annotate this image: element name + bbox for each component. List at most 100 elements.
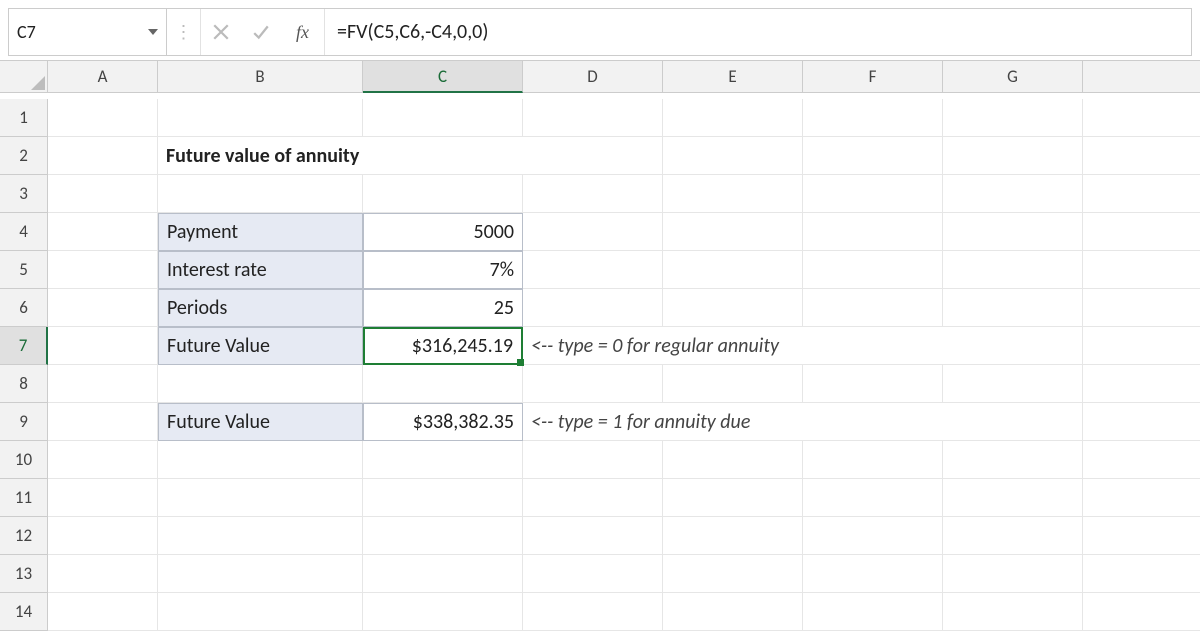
spreadsheet-grid[interactable]: A B C D E F G 1 2 Future value of annuit… [0,60,1200,631]
cell-G1[interactable] [943,99,1083,137]
row-header-3[interactable]: 3 [0,175,48,213]
cell-C8[interactable] [363,365,523,403]
cell-G4[interactable] [943,213,1083,251]
cell-F3[interactable] [803,175,943,213]
cell-G8[interactable] [943,365,1083,403]
cell-F8[interactable] [803,365,943,403]
cell-D3[interactable] [523,175,663,213]
label-fv-b[interactable]: Future Value [158,403,363,441]
value-interest-rate[interactable]: 7% [363,251,523,289]
cell-C3[interactable] [363,175,523,213]
cell-H2[interactable] [1083,137,1200,175]
cell-D1[interactable] [523,99,663,137]
col-header-E[interactable]: E [663,61,803,93]
cell-A2[interactable] [48,137,158,175]
cell-E6[interactable] [663,289,803,327]
cell-A6[interactable] [48,289,158,327]
cell-A10[interactable] [48,441,158,479]
chevron-down-icon[interactable] [148,29,158,35]
cell-H1[interactable] [1083,99,1200,137]
row-header-12[interactable]: 12 [0,517,48,555]
cancel-button[interactable] [201,9,241,55]
cell-E3[interactable] [663,175,803,213]
drag-handle-icon[interactable] [167,9,201,55]
cell-H6[interactable] [1083,289,1200,327]
value-fv-b[interactable]: $338,382.35 [363,403,523,441]
label-periods[interactable]: Periods [158,289,363,327]
cell-F2[interactable] [803,137,943,175]
row-header-8[interactable]: 8 [0,365,48,403]
cell-A3[interactable] [48,175,158,213]
cell-D6[interactable] [523,289,663,327]
cell-E8[interactable] [663,365,803,403]
cell-A9[interactable] [48,403,158,441]
page-title[interactable]: Future value of annuity [158,137,663,175]
cell-D8[interactable] [523,365,663,403]
cell-B8[interactable] [158,365,363,403]
label-payment[interactable]: Payment [158,213,363,251]
row-header-9[interactable]: 9 [0,403,48,441]
cell-A5[interactable] [48,251,158,289]
label-interest-rate[interactable]: Interest rate [158,251,363,289]
cell-G3[interactable] [943,175,1083,213]
row-header-2[interactable]: 2 [0,137,48,175]
cell-H8[interactable] [1083,365,1200,403]
label-fv-a[interactable]: Future Value [158,327,363,365]
row-header-10[interactable]: 10 [0,441,48,479]
value-payment[interactable]: 5000 [363,213,523,251]
cell-E4[interactable] [663,213,803,251]
cell-F5[interactable] [803,251,943,289]
selected-cell[interactable]: $316,245.19 [363,327,523,365]
row-header-4[interactable]: 4 [0,213,48,251]
cell-A7[interactable] [48,327,158,365]
row-header-14[interactable]: 14 [0,593,48,631]
cell-H3[interactable] [1083,175,1200,213]
cell-H5[interactable] [1083,251,1200,289]
note-regular-annuity[interactable]: <-- type = 0 for regular annuity [523,327,1083,365]
row-header-5[interactable]: 5 [0,251,48,289]
cell-B1[interactable] [158,99,363,137]
col-header-H[interactable] [1083,61,1200,93]
col-header-C[interactable]: C [363,61,523,93]
row-header-1[interactable]: 1 [0,99,48,137]
col-header-B[interactable]: B [158,61,363,93]
cell-A8[interactable] [48,365,158,403]
col-header-F[interactable]: F [803,61,943,93]
col-header-D[interactable]: D [523,61,663,93]
cell-A4[interactable] [48,213,158,251]
insert-function-button[interactable]: fx [281,9,325,55]
cell-G2[interactable] [943,137,1083,175]
row-header-6[interactable]: 6 [0,289,48,327]
select-all-corner[interactable] [0,61,48,93]
name-box-value: C7 [17,21,148,43]
cell-C1[interactable] [363,99,523,137]
row-header-13[interactable]: 13 [0,555,48,593]
fx-icon: fx [296,22,309,43]
cell-A1[interactable] [48,99,158,137]
cell-G5[interactable] [943,251,1083,289]
cell-F4[interactable] [803,213,943,251]
col-header-A[interactable]: A [48,61,158,93]
note-annuity-due[interactable]: <-- type = 1 for annuity due [523,403,1083,441]
value-periods[interactable]: 25 [363,289,523,327]
cell-F1[interactable] [803,99,943,137]
enter-button[interactable] [241,9,281,55]
cell-D4[interactable] [523,213,663,251]
cell-H7[interactable] [1083,327,1200,365]
name-box[interactable]: C7 [9,9,167,55]
cell-E1[interactable] [663,99,803,137]
row-header-11[interactable]: 11 [0,479,48,517]
cell-G6[interactable] [943,289,1083,327]
cell-B3[interactable] [158,175,363,213]
cell-E2[interactable] [663,137,803,175]
row-header-7[interactable]: 7 [0,327,48,365]
formula-input[interactable]: =FV(C5,C6,-C4,0,0) [325,20,1191,44]
cell-E5[interactable] [663,251,803,289]
cell-H9[interactable] [1083,403,1200,441]
x-icon [212,23,230,41]
cell-F6[interactable] [803,289,943,327]
col-header-G[interactable]: G [943,61,1083,93]
cell-D5[interactable] [523,251,663,289]
cell-H4[interactable] [1083,213,1200,251]
check-icon [252,23,270,41]
